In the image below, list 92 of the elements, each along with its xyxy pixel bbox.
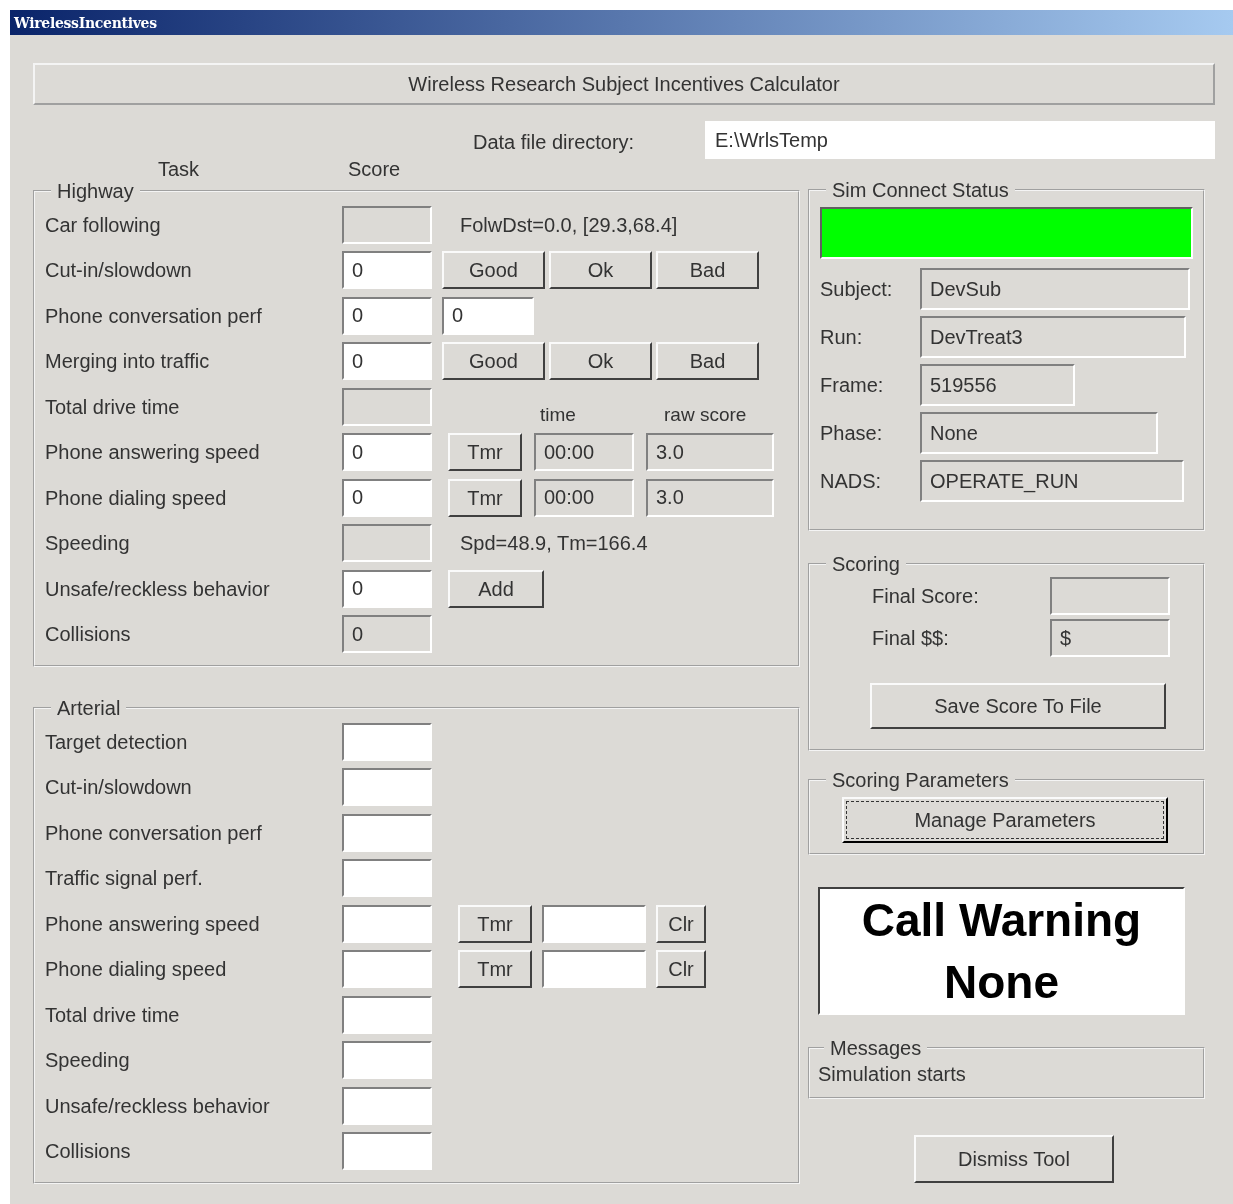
- group-title: Scoring: [831, 553, 901, 575]
- task-label: Unsafe/reckless behavior: [45, 576, 271, 602]
- status-field: None: [920, 412, 1158, 454]
- score-field[interactable]: [342, 950, 432, 989]
- calculator-title: Wireless Research Subject Incentives Calculator: [33, 63, 1215, 105]
- column-header: Score: [348, 157, 401, 182]
- raw-score-field: 3.0: [646, 433, 774, 472]
- score-field[interactable]: [342, 813, 432, 852]
- time-field: 00:00: [534, 433, 634, 472]
- task-label: Traffic signal perf.: [45, 866, 204, 892]
- input-field[interactable]: [542, 950, 646, 989]
- task-label: Car following: [45, 212, 162, 238]
- task-label: Phone conversation perf: [45, 303, 263, 329]
- score-field[interactable]: [342, 722, 432, 761]
- task-label: Merging into traffic: [45, 349, 211, 375]
- timer-button[interactable]: Tmr: [458, 950, 532, 989]
- score-field[interactable]: [342, 1041, 432, 1080]
- score-field[interactable]: [342, 995, 432, 1034]
- status-field: DevSub: [920, 268, 1190, 310]
- status-field: OPERATE_RUN: [920, 460, 1184, 502]
- column-header: raw score: [664, 403, 747, 427]
- rating-button[interactable]: Good: [442, 342, 545, 381]
- save-button[interactable]: Save Score To File: [870, 683, 1166, 729]
- time-field: 00:00: [534, 478, 634, 517]
- task-label: Cut-in/slowdown: [45, 775, 193, 801]
- field-label: Final $$:: [872, 626, 950, 651]
- add-button[interactable]: Add: [448, 569, 544, 608]
- task-label: Phone conversation perf: [45, 820, 263, 846]
- warning-text: None: [943, 955, 1060, 1011]
- task-label: Phone dialing speed: [45, 957, 228, 983]
- rating-button[interactable]: Ok: [549, 251, 652, 290]
- task-label: Phone dialing speed: [45, 485, 228, 511]
- clear-button[interactable]: Clr: [656, 950, 706, 989]
- readout-text: Spd=48.9, Tm=166.4: [460, 531, 648, 557]
- warning-text: Call Warning: [860, 893, 1143, 948]
- score-field[interactable]: 0: [342, 569, 432, 608]
- task-label: Collisions: [45, 1139, 132, 1165]
- score-field[interactable]: [342, 1132, 432, 1171]
- group-title: Messages: [829, 1037, 923, 1059]
- score-field: $: [1050, 619, 1170, 657]
- field-label: Phase:: [820, 421, 884, 446]
- field-label: Subject:: [820, 277, 894, 302]
- rating-button[interactable]: Bad: [656, 342, 759, 381]
- task-label: Unsafe/reckless behavior: [45, 1093, 271, 1119]
- task-label: Target detection: [45, 729, 189, 755]
- rating-button[interactable]: Good: [442, 251, 545, 290]
- score-field[interactable]: 0: [342, 251, 432, 290]
- raw-score-field: 3.0: [646, 478, 774, 517]
- score-field[interactable]: 0: [342, 433, 432, 472]
- score-field: 0: [342, 615, 432, 654]
- window-title: WirelessIncentives: [14, 15, 157, 31]
- task-label: Speeding: [45, 1048, 131, 1074]
- rating-button[interactable]: Ok: [549, 342, 652, 381]
- field-label: NADS:: [820, 469, 883, 494]
- message-text: Simulation starts: [818, 1062, 967, 1087]
- field-label: Frame:: [820, 373, 885, 398]
- task-label: Total drive time: [45, 1002, 181, 1028]
- timer-button[interactable]: Tmr: [448, 478, 522, 517]
- task-label: Total drive time: [45, 394, 181, 420]
- task-label: Phone answering speed: [45, 440, 261, 466]
- task-label: Collisions: [45, 622, 132, 648]
- dismiss-button[interactable]: Dismiss Tool: [914, 1135, 1114, 1183]
- column-header: time: [540, 403, 577, 427]
- score-field[interactable]: 0: [342, 296, 432, 335]
- score-field[interactable]: 0: [342, 342, 432, 381]
- readout-text: FolwDst=0.0, [29.3,68.4]: [460, 212, 678, 238]
- score-field[interactable]: [342, 904, 432, 943]
- directory-label: Data file directory:: [473, 130, 636, 155]
- status-field: 519556: [920, 364, 1075, 406]
- rating-button[interactable]: Bad: [656, 251, 759, 290]
- score-field[interactable]: 0: [342, 478, 432, 517]
- task-label: Phone answering speed: [45, 911, 261, 937]
- score-field[interactable]: [342, 1086, 432, 1125]
- timer-button[interactable]: Tmr: [458, 904, 532, 943]
- status-field: DevTreat3: [920, 316, 1186, 358]
- group-title: Arterial: [56, 697, 122, 719]
- input-field[interactable]: [542, 904, 646, 943]
- score-field[interactable]: [342, 768, 432, 807]
- directory-field[interactable]: E:\WrlsTemp: [705, 121, 1215, 159]
- timer-button[interactable]: Tmr: [448, 433, 522, 472]
- task-label: Cut-in/slowdown: [45, 258, 193, 284]
- score-field[interactable]: [342, 859, 432, 898]
- group-title: Highway: [56, 180, 135, 202]
- group-title: Sim Connect Status: [831, 179, 1010, 201]
- input-field[interactable]: 0: [442, 296, 534, 335]
- column-header: Task: [158, 157, 201, 182]
- manage-button[interactable]: Manage Parameters: [842, 797, 1168, 843]
- group-title: Scoring Parameters: [831, 769, 1010, 791]
- field-label: Final Score:: [872, 584, 980, 609]
- clear-button[interactable]: Clr: [656, 904, 706, 943]
- task-label: Speeding: [45, 531, 131, 557]
- field-label: Run:: [820, 325, 864, 350]
